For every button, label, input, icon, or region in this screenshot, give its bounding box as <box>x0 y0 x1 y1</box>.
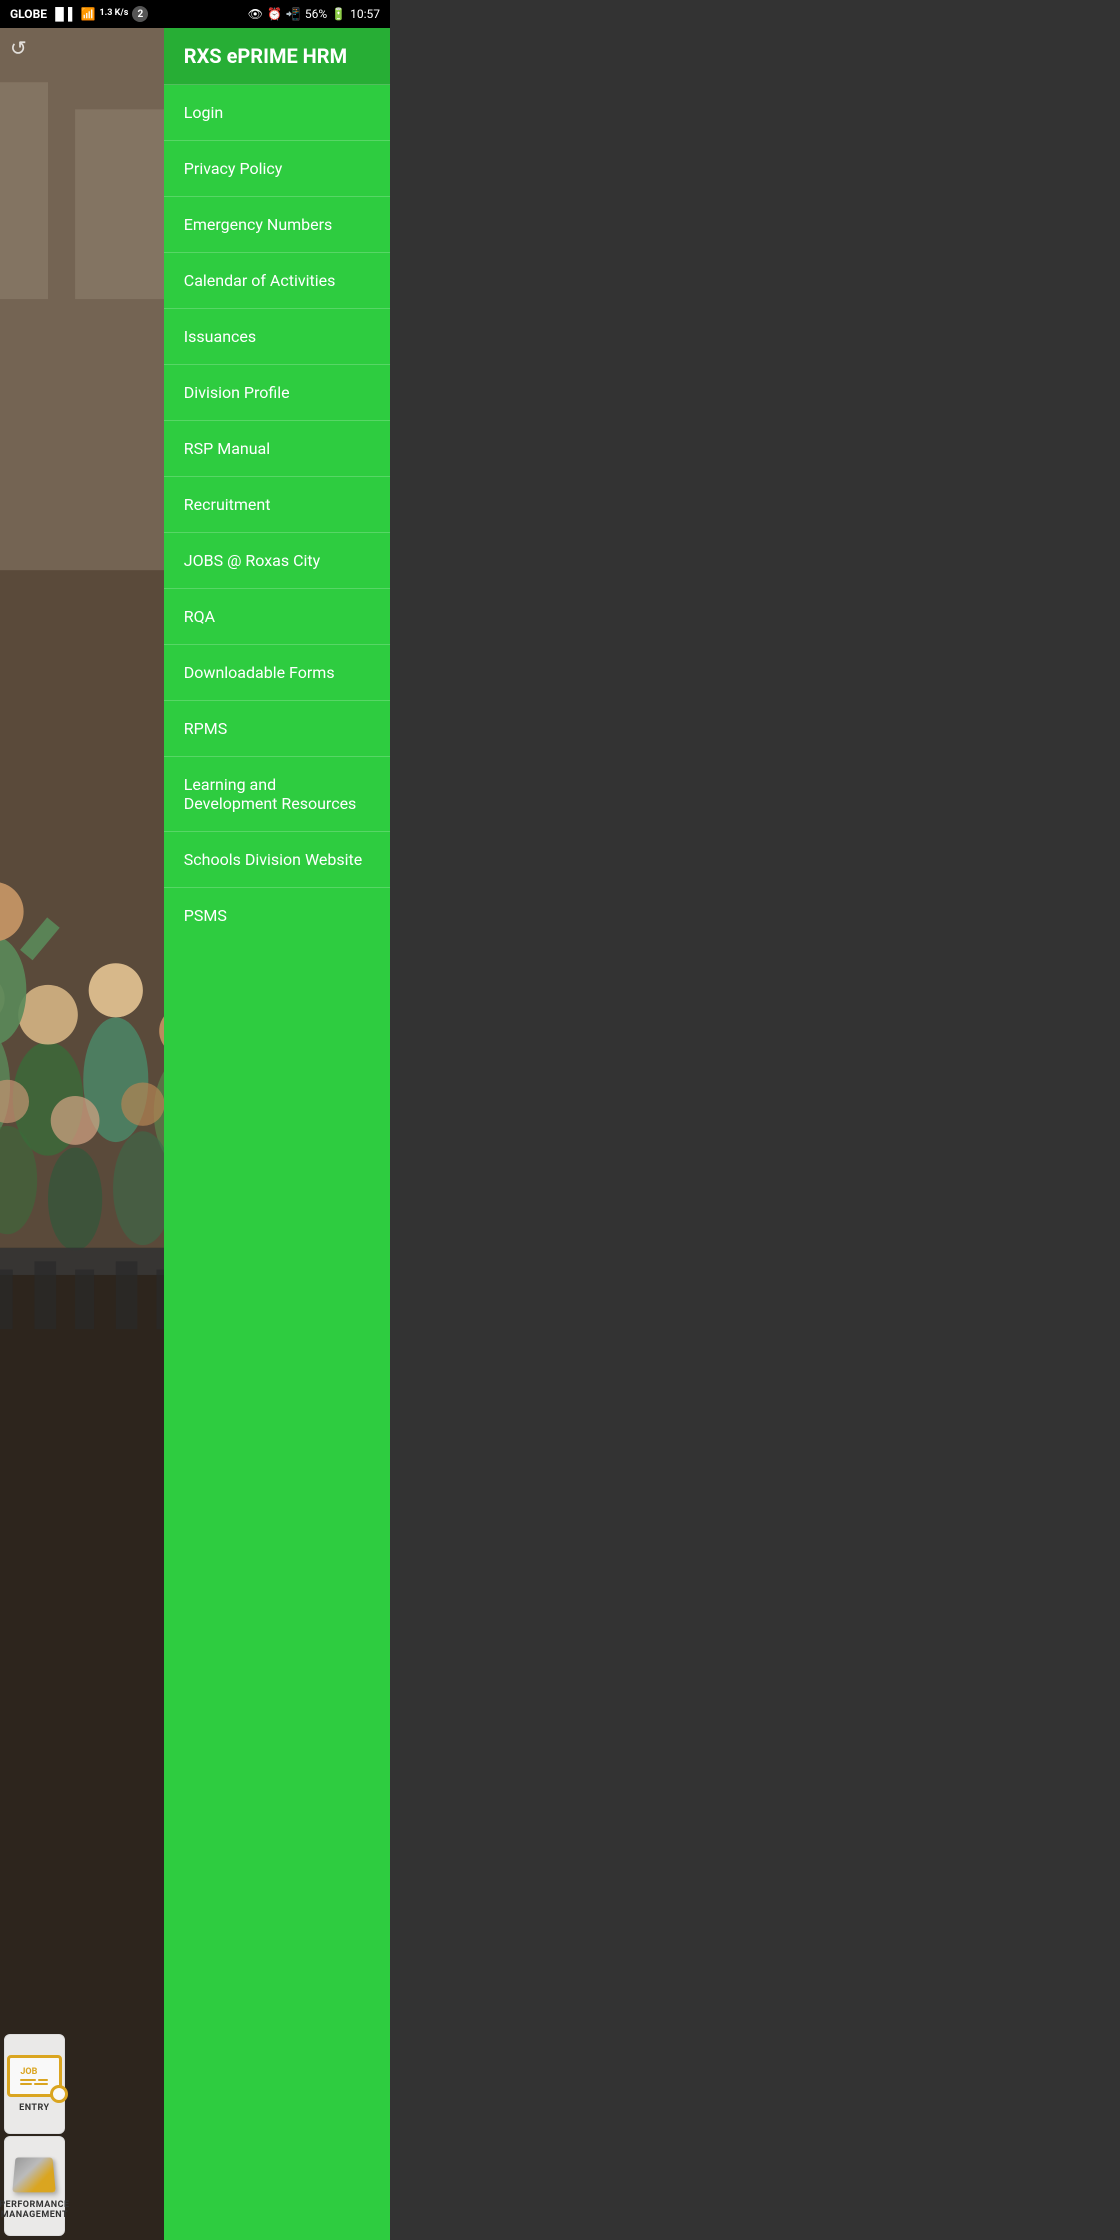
speed-value: 1.3 K/s <box>99 9 128 19</box>
sidebar-item-jobs-roxas-city[interactable]: JOBS @ Roxas City <box>164 533 390 589</box>
sidebar-item-psms[interactable]: PSMS <box>164 888 390 943</box>
speed-indicator: 1.3 K/s <box>99 9 128 19</box>
sidebar-item-rpms[interactable]: RPMS <box>164 701 390 757</box>
sidebar-item-downloadable-forms[interactable]: Downloadable Forms <box>164 645 390 701</box>
crowd-illustration <box>0 28 164 2240</box>
alarm-icon: ⏰ <box>267 7 282 21</box>
people-background <box>0 28 164 2240</box>
background-panel: ↺ JOB <box>0 28 164 2240</box>
time-label: 10:57 <box>350 7 380 21</box>
sidebar-item-recruitment[interactable]: Recruitment <box>164 477 390 533</box>
app-title: RXS ePRIME HRM <box>184 44 347 68</box>
sidebar-item-rsp-manual[interactable]: RSP Manual <box>164 421 390 477</box>
sidebar-item-schools-division-website[interactable]: Schools Division Website <box>164 832 390 888</box>
status-bar: GLOBE ▐▌▌ 📶 1.3 K/s 2 👁 ⏰ 📲 56% 🔋 10:57 <box>0 0 390 28</box>
bottom-cards: JOB <box>0 2030 69 2240</box>
entry-card[interactable]: JOB <box>4 2034 65 2134</box>
battery-icon: 🔋 <box>331 7 346 21</box>
wifi-icon: 📶 <box>81 7 96 21</box>
status-right: 👁 ⏰ 📲 56% 🔋 10:57 <box>248 7 380 21</box>
status-left: GLOBE ▐▌▌ 📶 1.3 K/s 2 <box>10 6 148 22</box>
refresh-button[interactable]: ↺ <box>10 36 27 60</box>
sidebar-item-issuances[interactable]: Issuances <box>164 309 390 365</box>
eye-icon: 👁 <box>248 7 263 21</box>
signal-icon: ▐▌▌ <box>51 7 77 21</box>
job-icon-wrapper: JOB <box>7 2055 62 2103</box>
sidebar-item-emergency-numbers[interactable]: Emergency Numbers <box>164 197 390 253</box>
bluetooth-icon: 📲 <box>286 7 301 21</box>
carrier-label: GLOBE <box>10 7 47 21</box>
notification-badge: 2 <box>132 6 148 22</box>
performance-label: PERFORMANCE MANAGEMENT <box>0 2200 70 2220</box>
sidebar-item-calendar-of-activities[interactable]: Calendar of Activities <box>164 253 390 309</box>
sidebar-item-rqa[interactable]: RQA <box>164 589 390 645</box>
performance-management-card[interactable]: PERFORMANCE MANAGEMENT <box>4 2136 65 2236</box>
drawer-header: RXS ePRIME HRM <box>164 28 390 85</box>
sidebar-item-privacy-policy[interactable]: Privacy Policy <box>164 141 390 197</box>
sidebar-item-learning-development[interactable]: Learning and Development Resources <box>164 757 390 832</box>
entry-label: ENTRY <box>19 2103 50 2113</box>
sidebar-item-login[interactable]: Login <box>164 85 390 141</box>
sidebar-item-division-profile[interactable]: Division Profile <box>164 365 390 421</box>
main-area: ↺ JOB <box>0 28 390 2240</box>
performance-icon <box>9 2152 59 2194</box>
drawer-menu: RXS ePRIME HRM Login Privacy Policy Emer… <box>164 28 390 2240</box>
battery-label: 56% <box>305 7 327 21</box>
